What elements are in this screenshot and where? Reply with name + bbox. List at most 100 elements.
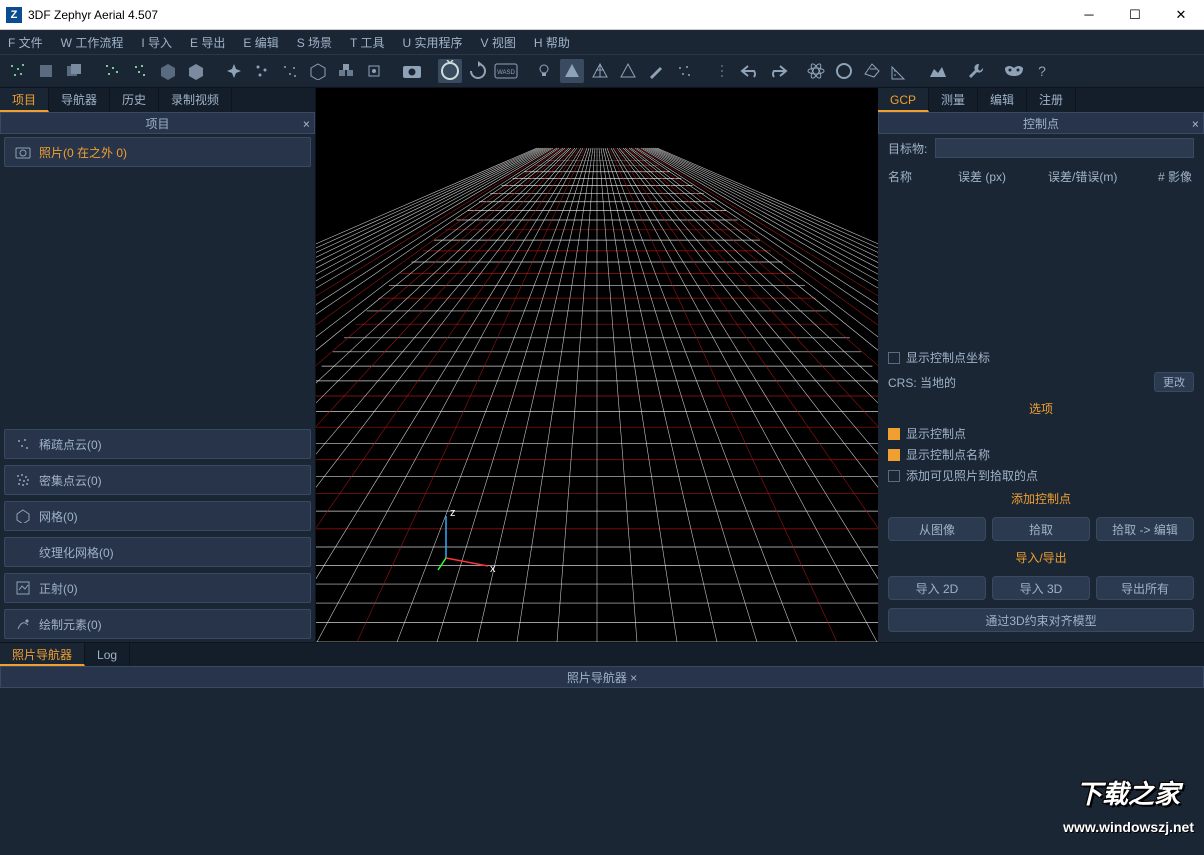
opt-show-cp-label: 显示控制点 <box>906 425 966 442</box>
tool-cubes-icon[interactable] <box>334 59 358 83</box>
close-button[interactable]: ✕ <box>1158 0 1204 30</box>
left-panel: 项目 导航器 历史 录制视频 项目 × 照片(0 在之外 0) 稀疏点云(0) … <box>0 88 316 642</box>
tool-cube4-icon[interactable] <box>306 59 330 83</box>
crs-change-button[interactable]: 更改 <box>1154 372 1194 392</box>
tool-plane-icon[interactable] <box>860 59 884 83</box>
tool-shader3-icon[interactable] <box>616 59 640 83</box>
tool-sparkle1-icon[interactable] <box>222 59 246 83</box>
photo-nav-close-icon[interactable]: × <box>630 671 637 685</box>
tool-cube3-icon[interactable] <box>184 59 208 83</box>
tab-log[interactable]: Log <box>85 643 130 666</box>
right-tabs: GCP 测量 编辑 注册 <box>878 88 1204 112</box>
tool-shader2-icon[interactable] <box>588 59 612 83</box>
btn-pick[interactable]: 拾取 <box>992 517 1090 541</box>
title-bar: Z 3DF Zephyr Aerial 4.507 ─ ☐ ✕ <box>0 0 1204 30</box>
tool-dotcube-icon[interactable] <box>362 59 386 83</box>
menu-export[interactable]: E 导出 <box>190 34 225 51</box>
tab-record[interactable]: 录制视频 <box>159 88 232 112</box>
tree-mesh[interactable]: 网格(0) <box>4 501 311 531</box>
checkbox-show-cp[interactable] <box>888 428 900 440</box>
btn-from-image[interactable]: 从图像 <box>888 517 986 541</box>
opt-show-cp-names-label: 显示控制点名称 <box>906 446 990 463</box>
minimize-button[interactable]: ─ <box>1066 0 1112 30</box>
btn-import-3d[interactable]: 导入 3D <box>992 576 1090 600</box>
menu-utils[interactable]: U 实用程序 <box>403 34 463 51</box>
tool-orbit-icon[interactable] <box>438 59 462 83</box>
tool-dots1-icon[interactable] <box>6 59 30 83</box>
target-label: 目标物: <box>888 140 927 157</box>
tree-sparse[interactable]: 稀疏点云(0) <box>4 429 311 459</box>
tool-brush-icon[interactable] <box>644 59 668 83</box>
tab-register[interactable]: 注册 <box>1027 88 1076 112</box>
tool-circle-icon[interactable] <box>832 59 856 83</box>
menu-edit[interactable]: E 编辑 <box>243 34 278 51</box>
checkbox-add-visible[interactable] <box>888 470 900 482</box>
tool-layers-icon[interactable] <box>62 59 86 83</box>
btn-pick-edit[interactable]: 拾取 -> 编辑 <box>1096 517 1194 541</box>
tool-ruler-icon[interactable] <box>888 59 912 83</box>
tool-wrench-icon[interactable] <box>964 59 988 83</box>
btn-import-2d[interactable]: 导入 2D <box>888 576 986 600</box>
tool-terrain-icon[interactable] <box>926 59 950 83</box>
grid-3d: z x <box>316 88 878 642</box>
tool-help-icon[interactable]: ? <box>1030 59 1054 83</box>
watermark-text: 下载之家 <box>1076 774 1180 811</box>
tool-atom-icon[interactable] <box>804 59 828 83</box>
menu-import[interactable]: I 导入 <box>141 34 172 51</box>
tool-rotate-icon[interactable] <box>466 59 490 83</box>
maximize-button[interactable]: ☐ <box>1112 0 1158 30</box>
svg-text:?: ? <box>1038 63 1046 79</box>
tab-project[interactable]: 项目 <box>0 88 49 112</box>
menu-file[interactable]: F 文件 <box>8 34 43 51</box>
tab-gcp[interactable]: GCP <box>878 88 929 112</box>
tool-cube2-icon[interactable] <box>156 59 180 83</box>
tab-photo-nav[interactable]: 照片导航器 <box>0 643 85 666</box>
tab-history[interactable]: 历史 <box>110 88 159 112</box>
tree-dense-label: 密集点云(0) <box>39 472 102 489</box>
tool-sparkle4-icon[interactable] <box>672 59 696 83</box>
bottom-panel: 照片导航器 × <box>0 666 1204 855</box>
tool-shader1-icon[interactable] <box>560 59 584 83</box>
menu-help[interactable]: H 帮助 <box>534 34 570 51</box>
tool-dots2-icon[interactable] <box>100 59 124 83</box>
tool-dots3-icon[interactable] <box>128 59 152 83</box>
target-input[interactable] <box>935 138 1194 158</box>
tree-drawing[interactable]: 绘制元素(0) <box>4 609 311 639</box>
tab-edit[interactable]: 编辑 <box>978 88 1027 112</box>
cp-panel-close-icon[interactable]: × <box>1192 113 1199 135</box>
tree-sparse-label: 稀疏点云(0) <box>39 436 102 453</box>
tool-mask-icon[interactable] <box>1002 59 1026 83</box>
checkbox-show-coords[interactable] <box>888 352 900 364</box>
tool-wasd-icon[interactable]: WASD <box>494 59 518 83</box>
bottom-tabs: 照片导航器 Log <box>0 642 1204 666</box>
tool-camera-icon[interactable] <box>400 59 424 83</box>
tool-dots-sep-icon[interactable] <box>710 59 734 83</box>
tab-measure[interactable]: 测量 <box>929 88 978 112</box>
tree-textured[interactable]: 纹理化网格(0) <box>4 537 311 567</box>
tree-dense[interactable]: 密集点云(0) <box>4 465 311 495</box>
show-coords-label: 显示控制点坐标 <box>906 349 990 366</box>
menu-scene[interactable]: S 场景 <box>297 34 332 51</box>
project-panel-close-icon[interactable]: × <box>303 113 310 135</box>
viewport[interactable]: z x (function(){ const svg=document.quer… <box>316 88 878 642</box>
btn-export-all[interactable]: 导出所有 <box>1096 576 1194 600</box>
tree-photos-label: 照片(0 在之外 0) <box>39 144 127 161</box>
menu-view[interactable]: V 视图 <box>481 34 516 51</box>
mesh-icon <box>15 508 31 524</box>
tool-cube1-icon[interactable] <box>34 59 58 83</box>
tool-sparkle3-icon[interactable] <box>278 59 302 83</box>
tool-light-icon[interactable] <box>532 59 556 83</box>
menu-workflow[interactable]: W 工作流程 <box>61 34 124 51</box>
tree-photos[interactable]: 照片(0 在之外 0) <box>4 137 311 167</box>
control-points-title: 控制点 × <box>878 112 1204 134</box>
tool-undo-icon[interactable] <box>738 59 762 83</box>
menu-tools[interactable]: T 工具 <box>350 34 384 51</box>
checkbox-show-cp-names[interactable] <box>888 449 900 461</box>
tool-redo-icon[interactable] <box>766 59 790 83</box>
tool-sparkle2-icon[interactable] <box>250 59 274 83</box>
tree-ortho[interactable]: 正射(0) <box>4 573 311 603</box>
btn-align-3d[interactable]: 通过3D约束对齐模型 <box>888 608 1194 632</box>
cp-list[interactable] <box>878 191 1204 347</box>
tab-navigator[interactable]: 导航器 <box>49 88 110 112</box>
cp-column-headers: 名称 误差 (px) 误差/错误(m) # 影像 <box>878 162 1204 191</box>
